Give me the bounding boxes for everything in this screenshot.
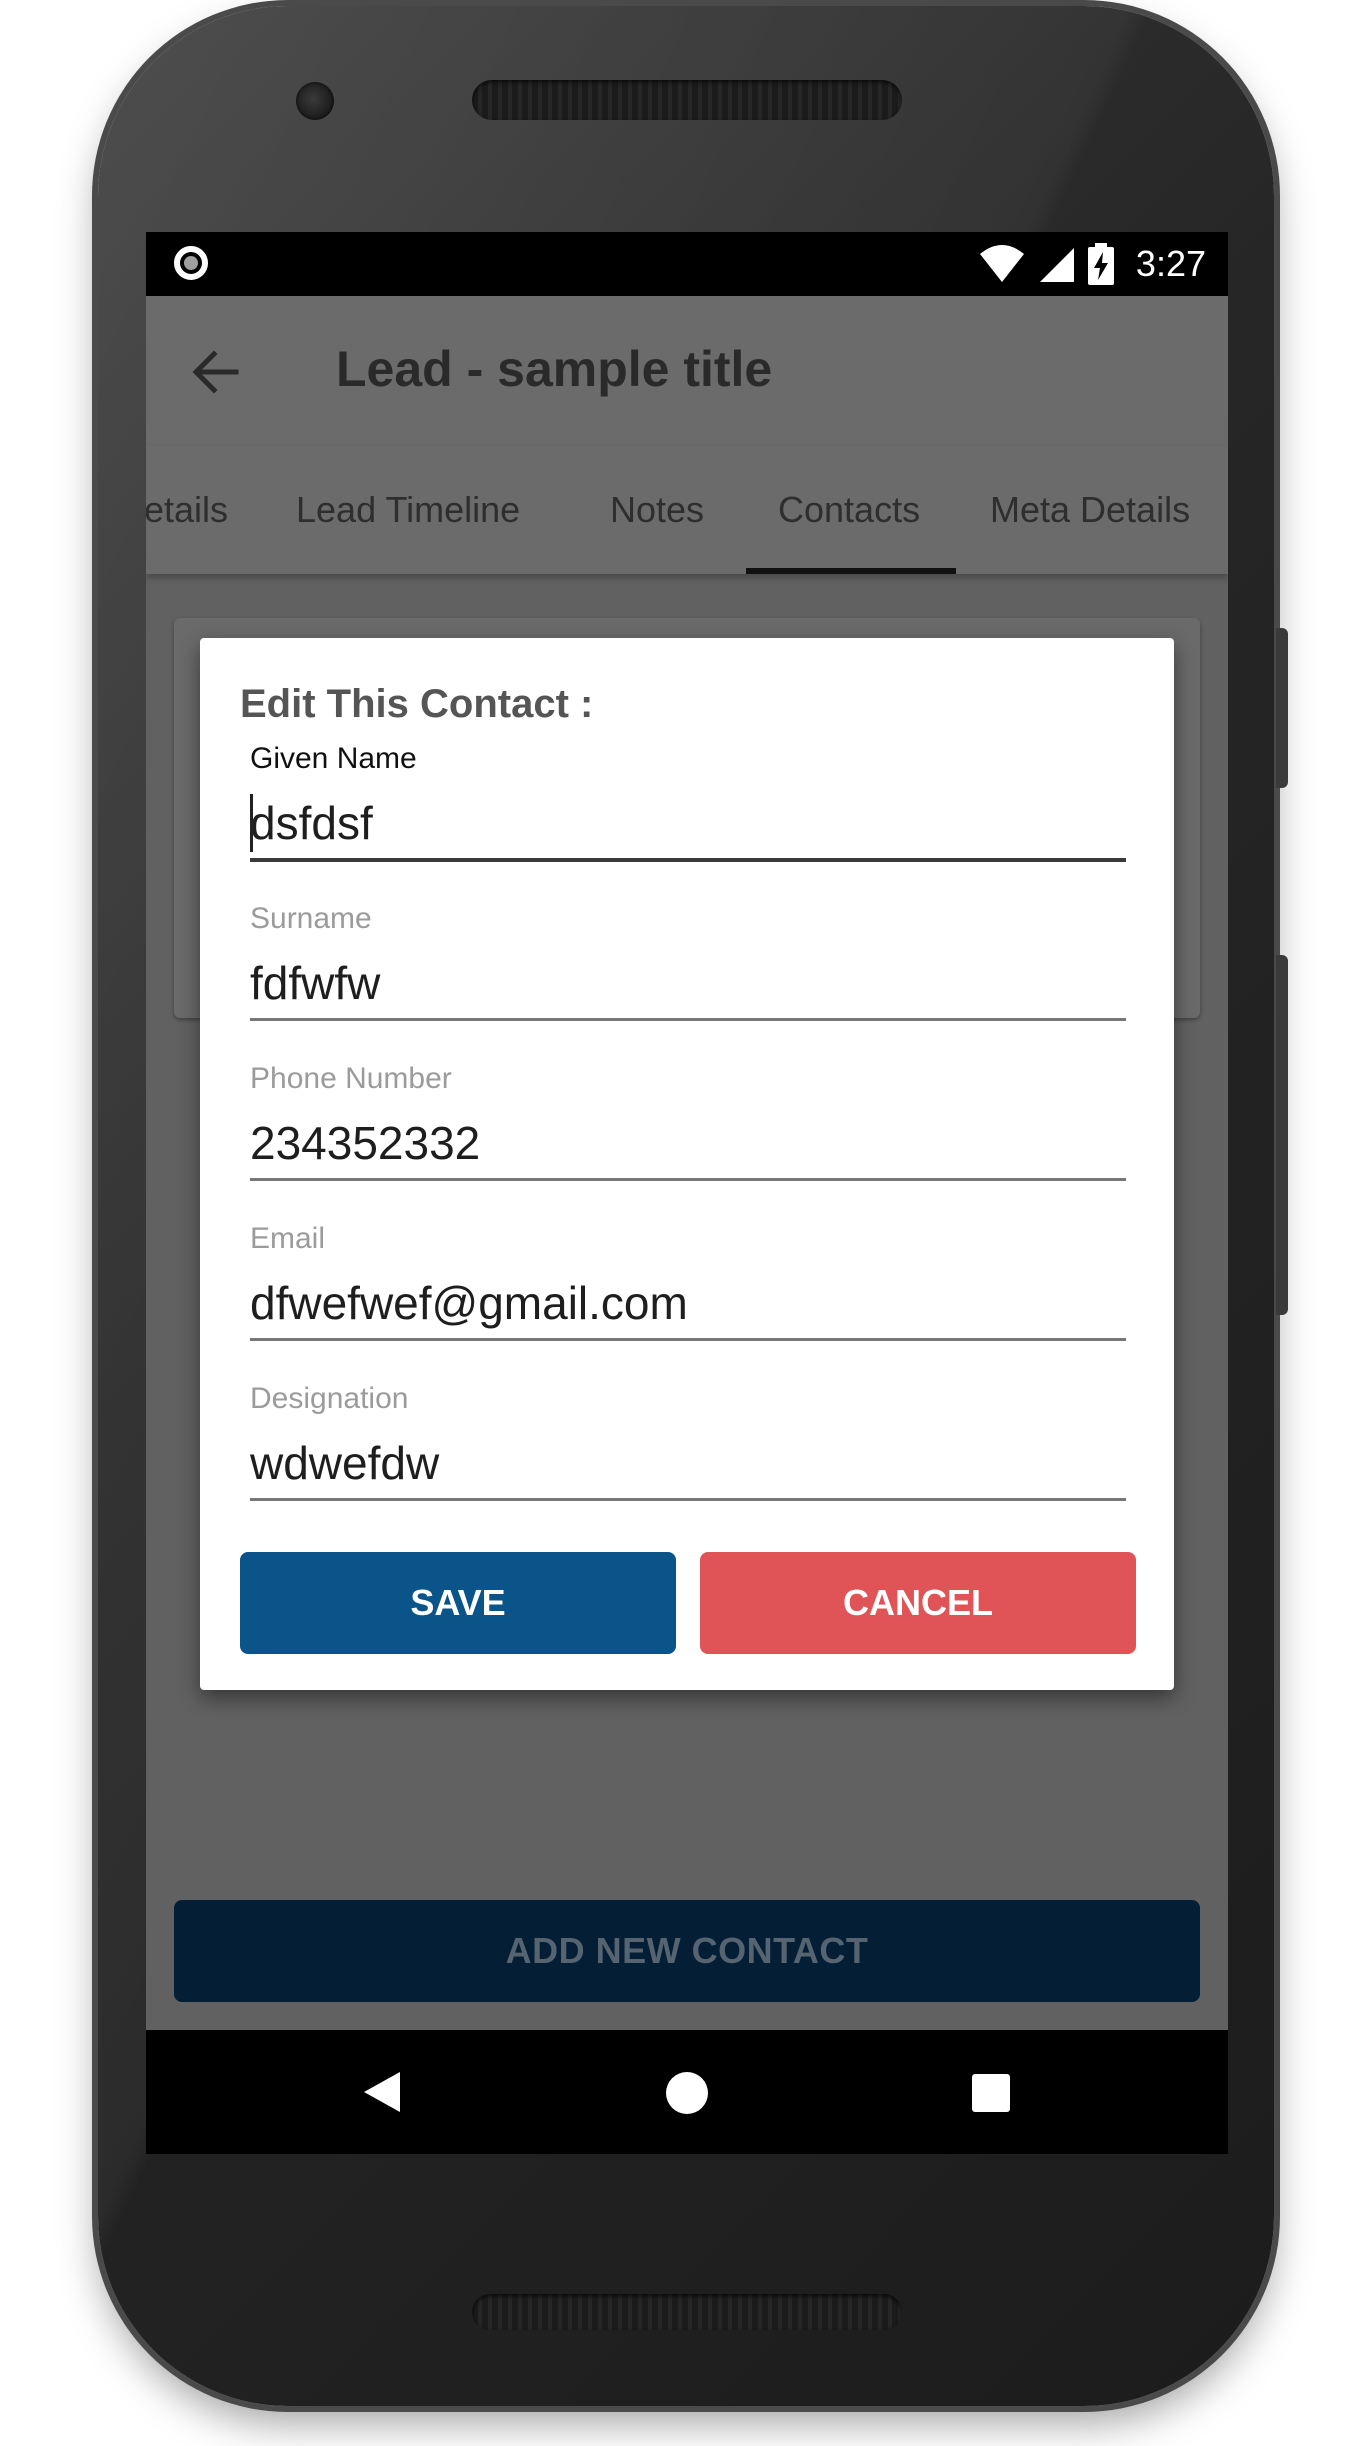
page-title: Lead - sample title [336, 341, 773, 397]
notification-dot-icon [174, 246, 208, 280]
given-name-label: Given Name [250, 742, 417, 775]
tab-lead-timeline[interactable]: Lead Timeline [296, 446, 520, 574]
given-name-underline [250, 858, 1126, 862]
volume-button [1276, 955, 1288, 1315]
tab-selected-indicator [746, 568, 956, 574]
edit-contact-dialog: Edit This Contact : Given Name Surname P… [200, 638, 1174, 1690]
power-button [1276, 628, 1288, 788]
phone-number-label: Phone Number [250, 1062, 452, 1095]
surname-label: Surname [250, 902, 372, 935]
designation-label: Designation [250, 1382, 409, 1415]
cancel-button[interactable]: CANCEL [700, 1552, 1136, 1654]
surname-input[interactable] [250, 948, 1126, 1018]
tab-notes[interactable]: Notes [610, 446, 704, 574]
phone-number-input[interactable] [250, 1108, 1126, 1178]
save-button[interactable]: SAVE [240, 1552, 676, 1654]
nav-recents-icon[interactable] [972, 2074, 1010, 2112]
tab-contacts[interactable]: Contacts [778, 446, 920, 574]
nav-back-icon[interactable] [364, 2072, 400, 2112]
nav-home-icon[interactable] [666, 2072, 708, 2114]
arrow-left-icon[interactable] [188, 344, 244, 400]
navigation-bar [146, 2030, 1228, 2154]
email-label: Email [250, 1222, 326, 1255]
bottom-speaker [472, 2294, 902, 2330]
front-camera [296, 82, 334, 120]
email-underline [250, 1338, 1126, 1341]
status-bar: 3:27 [146, 232, 1228, 296]
email-input[interactable] [250, 1268, 1126, 1338]
tab-details[interactable]: etails [146, 446, 228, 574]
text-cursor [250, 794, 253, 852]
cell-signal-icon [1039, 248, 1074, 282]
tab-bar: etails Lead Timeline Notes Contacts Meta… [146, 446, 1228, 574]
phone-number-underline [250, 1178, 1126, 1181]
given-name-input[interactable] [250, 788, 1126, 858]
add-new-contact-button[interactable]: ADD NEW CONTACT [174, 1900, 1200, 2002]
dialog-title: Edit This Contact : [240, 682, 594, 726]
screen: 3:27 Lead - sample title etails Lead Tim… [146, 232, 1228, 2154]
tab-meta-details[interactable]: Meta Details [990, 446, 1190, 574]
wifi-icon [979, 245, 1024, 282]
status-icons: 3:27 [978, 232, 1206, 296]
earpiece-speaker [472, 80, 902, 120]
status-time: 3:27 [1135, 243, 1206, 284]
battery-charging-icon [1087, 243, 1114, 285]
designation-input[interactable] [250, 1428, 1126, 1498]
toolbar: Lead - sample title [146, 296, 1228, 446]
surname-underline [250, 1018, 1126, 1021]
designation-underline [250, 1498, 1126, 1501]
